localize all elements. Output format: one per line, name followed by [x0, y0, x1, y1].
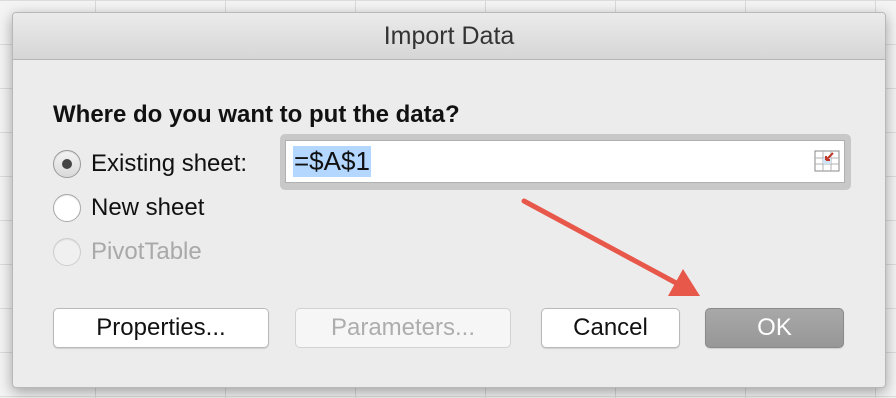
collapse-dialog-icon[interactable]: [814, 148, 840, 174]
cell-reference-input[interactable]: =$A$1: [285, 140, 845, 183]
cell-reference-value[interactable]: =$A$1: [293, 146, 371, 177]
existing-sheet-radio[interactable]: [53, 150, 81, 178]
import-data-dialog: Import Data Where do you want to put the…: [12, 12, 886, 388]
dialog-titlebar: Import Data: [13, 13, 885, 60]
parameters-button: Parameters...: [295, 308, 511, 348]
cancel-button[interactable]: Cancel: [541, 308, 680, 348]
ok-button[interactable]: OK: [705, 308, 844, 348]
existing-sheet-label[interactable]: Existing sheet:: [91, 150, 247, 178]
cell-reference-field: =$A$1: [280, 134, 851, 190]
existing-sheet-option[interactable]: Existing sheet:: [53, 150, 247, 178]
new-sheet-radio[interactable]: [53, 194, 81, 222]
pivot-table-label: PivotTable: [91, 238, 202, 265]
new-sheet-label[interactable]: New sheet: [91, 194, 204, 222]
new-sheet-option[interactable]: New sheet: [53, 194, 204, 222]
dialog-title: Import Data: [383, 21, 515, 50]
pivot-table-option: PivotTable: [53, 238, 202, 266]
properties-button[interactable]: Properties...: [53, 308, 269, 348]
destination-question: Where do you want to put the data?: [53, 101, 460, 128]
pivot-table-radio: [53, 238, 81, 266]
